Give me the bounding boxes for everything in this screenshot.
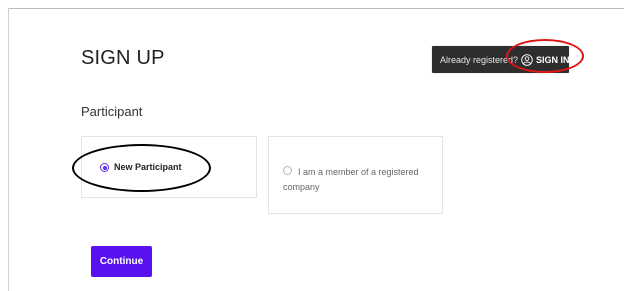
signin-banner: Already registered? SIGN IN bbox=[432, 46, 570, 73]
signin-prompt: Already registered? bbox=[440, 54, 519, 65]
frame-top-border bbox=[8, 8, 624, 9]
frame-left-border bbox=[8, 8, 9, 291]
option-label-new-participant: New Participant bbox=[114, 162, 182, 172]
page-title: SIGN UP bbox=[81, 47, 165, 69]
option-card-new-participant[interactable]: New Participant bbox=[81, 136, 257, 198]
signin-link[interactable]: SIGN IN bbox=[521, 53, 570, 66]
option-card-registered-company[interactable]: I am a member of a registered company bbox=[268, 136, 443, 214]
signin-label: SIGN IN bbox=[536, 54, 570, 65]
user-circle-icon bbox=[521, 53, 533, 66]
continue-button[interactable]: Continue bbox=[91, 246, 152, 277]
option-label-registered-company: I am a member of a registered company bbox=[283, 167, 419, 192]
section-label: Participant bbox=[81, 104, 143, 119]
radio-new-participant[interactable] bbox=[100, 163, 109, 172]
